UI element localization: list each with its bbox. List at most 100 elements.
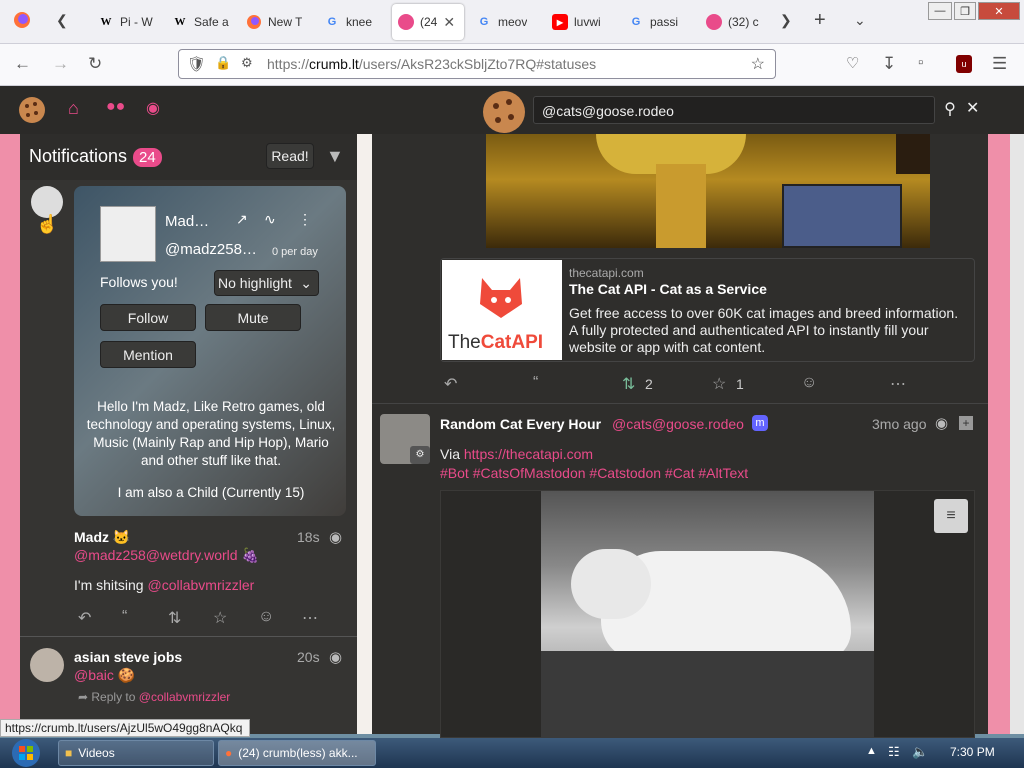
post-author[interactable]: Madz 🐱 [74, 529, 130, 546]
filter-icon[interactable]: ▼ [326, 146, 344, 167]
highlight-select[interactable]: No highlight ⌄ [214, 270, 319, 296]
favourite-icon[interactable]: ☆ [712, 374, 726, 394]
new-tab-icon[interactable]: + [814, 9, 826, 32]
volume-muted-icon[interactable]: 🔈 [912, 744, 928, 760]
close-window-icon[interactable]: ✕ [978, 2, 1020, 20]
emoji-react-icon[interactable]: ☺ [258, 608, 274, 626]
tab-meov[interactable]: G meov [470, 4, 542, 40]
profile-name[interactable]: Mad… [165, 213, 209, 230]
home-icon[interactable]: ⌂ [68, 98, 79, 119]
cat-image[interactable] [486, 134, 930, 248]
maximize-icon[interactable]: ❐ [954, 2, 976, 20]
back-icon[interactable]: ← [14, 54, 31, 74]
profile-card: Mad… ↗ ∿ ⋮ @madz258… 0 per day Follows y… [74, 186, 346, 516]
post-hashtags[interactable]: #Bot #CatsOfMastodon #Catstodon #Cat #Al… [440, 465, 748, 481]
people-icon[interactable]: ●● [106, 98, 125, 116]
crumb-icon [706, 14, 722, 30]
post-time: 18s [297, 529, 320, 545]
post-handle[interactable]: @madz258@wetdry.world 🍇 [74, 547, 259, 564]
more-icon[interactable]: ⋯ [302, 608, 318, 628]
tab-passi[interactable]: G passi [622, 4, 696, 40]
tab-crumb-active[interactable]: (24 ✕ [392, 4, 464, 40]
tab-luvwi[interactable]: ▶ luvwi [546, 4, 618, 40]
extensions-icon[interactable]: ▫ [918, 54, 923, 71]
post-handle[interactable]: @cats@goose.rodeo [612, 416, 744, 432]
expand-icon[interactable]: + [959, 416, 973, 430]
external-link-icon[interactable]: ↗ [236, 211, 248, 228]
ublock-icon[interactable]: u [956, 55, 972, 73]
link-title: The Cat API - Cat as a Service [569, 281, 767, 297]
network-icon[interactable]: ☷ [888, 744, 900, 760]
close-icon[interactable]: ✕ [966, 98, 979, 118]
avatar[interactable] [30, 648, 64, 682]
tab-knee[interactable]: G knee [318, 4, 388, 40]
follow-button[interactable]: Follow [100, 304, 196, 331]
shield-icon[interactable]: 🛡 [187, 55, 206, 73]
tab-scroll-left-icon[interactable]: ❮ [56, 12, 68, 29]
cat-photo[interactable] [541, 491, 874, 739]
globe-icon[interactable]: ◉ [146, 98, 160, 118]
firefox-icon: ● [225, 746, 233, 760]
link-preview-card[interactable]: TheCatAPI thecatapi.com The Cat API - Ca… [440, 258, 975, 362]
tab-label: meov [498, 15, 528, 29]
bookmark-star-icon[interactable]: ☆ [751, 54, 765, 74]
rss-icon[interactable]: ∿ [264, 211, 276, 228]
tray-expand-icon[interactable]: ▲ [866, 745, 877, 757]
clock[interactable]: 7:30 PM [950, 745, 995, 759]
url-bar[interactable]: 🛡 🔒 ⚙ https://crumb.lt/users/AksR23ckSbl… [178, 49, 776, 79]
more-icon[interactable]: ⋯ [890, 374, 906, 394]
start-button[interactable] [4, 738, 48, 768]
mention-link[interactable]: @collabvmrizzler [139, 690, 231, 704]
post-handle[interactable]: @baic 🍪 [74, 667, 135, 684]
emoji-react-icon[interactable]: ☺ [801, 374, 817, 392]
forward-icon[interactable]: → [52, 54, 69, 74]
boost-icon[interactable]: ⇅ [168, 608, 181, 628]
page-scrollbar[interactable] [1010, 134, 1024, 734]
mute-button[interactable]: Mute [205, 304, 301, 331]
notifications-title: Notifications [29, 146, 128, 166]
minimize-icon[interactable]: — [928, 2, 952, 20]
post-author[interactable]: asian steve jobs [74, 649, 182, 665]
profile-handle[interactable]: @madz258… [165, 241, 257, 258]
browser-nav-bar: ← → ↻ 🛡 🔒 ⚙ https://crumb.lt/users/AksR2… [0, 44, 1024, 86]
firefox-menu-icon[interactable] [12, 10, 32, 33]
mention-button[interactable]: Mention [100, 341, 196, 368]
tab-pi[interactable]: W Pi - W [92, 4, 164, 40]
post-author[interactable]: Random Cat Every Hour [440, 416, 601, 432]
downloads-icon[interactable]: ↧ [882, 54, 896, 74]
media-attachment[interactable]: ≡ [440, 490, 975, 739]
tab-safe[interactable]: W Safe a [166, 4, 238, 40]
search-icon[interactable]: ⚲ [938, 96, 962, 124]
close-tab-icon[interactable]: ✕ [443, 14, 455, 31]
mention-link[interactable]: @collabvmrizzler [147, 577, 254, 593]
boost-icon[interactable]: ⇅ [622, 374, 635, 394]
pocket-icon[interactable]: ♡ [846, 54, 859, 72]
chair [541, 651, 874, 739]
reply-icon[interactable]: ↶ [444, 374, 457, 394]
post-time: 3mo ago [872, 416, 927, 432]
tab-32[interactable]: (32) c [700, 4, 772, 40]
favourite-icon[interactable]: ☆ [213, 608, 227, 628]
via-link[interactable]: https://thecatapi.com [464, 446, 593, 462]
profile-avatar[interactable] [100, 206, 156, 262]
profile-bio: Hello I'm Madz, Like Retro games, old te… [86, 399, 336, 468]
cookie-logo-icon[interactable] [18, 96, 46, 127]
alt-text-icon[interactable]: ≡ [934, 499, 968, 533]
lock-icon[interactable]: 🔒 [215, 55, 231, 71]
more-options-icon[interactable]: ⋮ [298, 211, 312, 228]
cookie-avatar-icon[interactable] [482, 90, 526, 137]
search-input[interactable]: @cats@goose.rodeo [533, 96, 935, 124]
tab-new[interactable]: New T [240, 4, 312, 40]
quote-icon[interactable]: “ [122, 608, 127, 626]
list-tabs-icon[interactable]: ⌄ [854, 12, 866, 29]
hamburger-menu-icon[interactable]: ☰ [992, 54, 1007, 74]
taskbar-firefox[interactable]: ● (24) crumb(less) akk... [218, 740, 376, 766]
reload-icon[interactable]: ↻ [88, 54, 102, 74]
quote-icon[interactable]: “ [533, 374, 538, 392]
globe-visibility-icon: ◉ [329, 529, 343, 546]
permissions-icon[interactable]: ⚙ [241, 55, 253, 71]
mark-read-button[interactable]: Read! [266, 143, 314, 169]
tab-scroll-right-icon[interactable]: ❯ [780, 12, 792, 29]
taskbar-videos[interactable]: ■ Videos [58, 740, 214, 766]
reply-icon[interactable]: ↶ [78, 608, 91, 628]
